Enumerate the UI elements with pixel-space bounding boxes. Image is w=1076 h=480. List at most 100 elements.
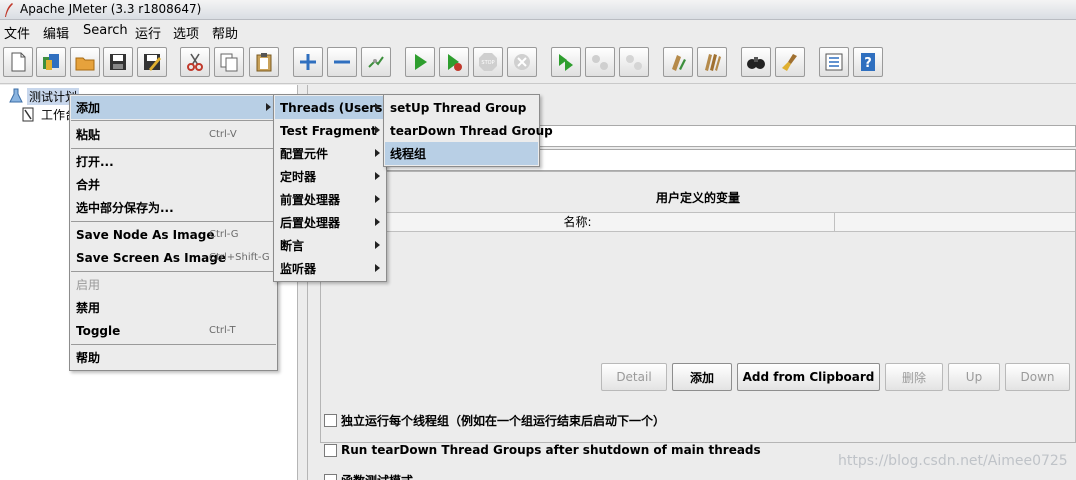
submenu-arrow-icon bbox=[375, 264, 380, 272]
paste-button[interactable] bbox=[249, 47, 279, 77]
submenu-arrow-icon bbox=[375, 195, 380, 203]
remote-stop-button[interactable] bbox=[585, 47, 615, 77]
watermark: https://blog.csdn.net/Aimee0725 bbox=[838, 453, 1068, 469]
menu-item-label: 帮助 bbox=[76, 351, 101, 365]
checkbox[interactable] bbox=[324, 474, 337, 480]
window-title: Apache JMeter (3.3 r1808647) bbox=[20, 2, 202, 16]
menu-item-label: 定时器 bbox=[280, 170, 317, 184]
clear-all-button[interactable] bbox=[697, 47, 727, 77]
toggle-button[interactable] bbox=[361, 47, 391, 77]
menu-item-help[interactable]: 帮助 bbox=[71, 346, 276, 369]
submenu-item-pre-processor[interactable]: 前置处理器 bbox=[275, 188, 385, 211]
cut-icon bbox=[187, 53, 203, 71]
menu-item-label: 后置处理器 bbox=[280, 216, 341, 230]
menu-item-open[interactable]: 打开... bbox=[71, 150, 276, 173]
menu-item-disable[interactable]: 禁用 bbox=[71, 296, 276, 319]
checkbox[interactable] bbox=[324, 414, 337, 427]
stop-button[interactable]: STOP bbox=[473, 47, 503, 77]
add-from-clipboard-button[interactable]: Add from Clipboard bbox=[737, 363, 880, 391]
menu-file[interactable]: 文件 bbox=[4, 23, 30, 42]
menu-edit[interactable]: 编辑 bbox=[43, 23, 69, 42]
menu-search[interactable]: Search bbox=[83, 23, 128, 38]
delete-button[interactable]: 删除 bbox=[885, 363, 943, 391]
collapse-button[interactable] bbox=[327, 47, 357, 77]
menu-item-label: 启用 bbox=[76, 278, 101, 292]
submenu-item-assertion[interactable]: 断言 bbox=[275, 234, 385, 257]
menu-item-add[interactable]: 添加 bbox=[71, 96, 276, 119]
submenu-item-config-element[interactable]: 配置元件 bbox=[275, 142, 385, 165]
menu-item-label: 前置处理器 bbox=[280, 193, 341, 207]
reset-search-button[interactable] bbox=[775, 47, 805, 77]
submenu-item-listener[interactable]: 监听器 bbox=[275, 257, 385, 280]
checkbox[interactable] bbox=[324, 443, 337, 457]
add-button[interactable]: 添加 bbox=[672, 363, 732, 391]
menu-run[interactable]: 运行 bbox=[135, 23, 161, 42]
user-defined-variables-panel: 用户定义的变量 名称: bbox=[320, 171, 1076, 443]
submenu-item-test-fragment[interactable]: Test Fragment bbox=[275, 119, 385, 142]
menu-item-label: 打开... bbox=[76, 155, 114, 169]
templates-button[interactable] bbox=[36, 47, 66, 77]
submenu-item-setup-thread-group[interactable]: setUp Thread Group bbox=[385, 96, 538, 119]
submenu-item-post-processor[interactable]: 后置处理器 bbox=[275, 211, 385, 234]
down-button[interactable]: Down bbox=[1005, 363, 1070, 391]
submenu-item-timer[interactable]: 定时器 bbox=[275, 165, 385, 188]
expand-button[interactable] bbox=[293, 47, 323, 77]
teardown-on-shutdown-option[interactable]: Run tearDown Thread Groups after shutdow… bbox=[324, 443, 761, 457]
detail-button[interactable]: Detail bbox=[601, 363, 667, 391]
jmeter-feather-icon bbox=[5, 3, 13, 17]
save-icon bbox=[110, 54, 126, 70]
column-name[interactable]: 名称: bbox=[321, 213, 835, 232]
submenu-item-thread-group[interactable]: 线程组 bbox=[385, 142, 538, 165]
menu-item-paste[interactable]: 粘贴 Ctrl-V bbox=[71, 123, 276, 146]
menu-item-save-selection[interactable]: 选中部分保存为... bbox=[71, 196, 276, 219]
help-icon: ? bbox=[861, 53, 875, 71]
menu-item-shortcut: Ctrl-V bbox=[209, 129, 237, 140]
menu-item-merge[interactable]: 合并 bbox=[71, 173, 276, 196]
save-button[interactable] bbox=[103, 47, 133, 77]
submenu-item-teardown-thread-group[interactable]: tearDown Thread Group bbox=[385, 119, 553, 142]
clear-button[interactable] bbox=[663, 47, 693, 77]
remote-start-icon bbox=[559, 54, 573, 71]
save-as-button[interactable] bbox=[137, 47, 167, 77]
submenu-arrow-icon bbox=[375, 241, 380, 249]
expand-icon bbox=[300, 54, 316, 70]
remote-start-button[interactable] bbox=[551, 47, 581, 77]
toolbar: STOP ? bbox=[0, 42, 1076, 84]
menu-item-label: 配置元件 bbox=[280, 147, 329, 161]
variables-title: 用户定义的变量 bbox=[655, 191, 740, 205]
collapse-icon bbox=[334, 60, 350, 64]
submenu-item-threads[interactable]: Threads (Users) bbox=[275, 96, 388, 119]
menu-separator bbox=[71, 221, 276, 222]
context-menu: 添加 粘贴 Ctrl-V 打开... 合并 选中部分保存为... Save No… bbox=[69, 94, 278, 371]
menu-item-save-screen-image[interactable]: Save Screen As Image Ctrl+Shift-G bbox=[71, 246, 276, 269]
stop-icon: STOP bbox=[479, 53, 497, 71]
menu-bar: 文件 编辑 Search 运行 选项 帮助 bbox=[0, 20, 1076, 42]
menu-item-enable[interactable]: 启用 bbox=[71, 273, 276, 296]
serialize-thread-groups-option[interactable]: 独立运行每个线程组（例如在一个组运行结束后启动下一个） bbox=[324, 412, 665, 429]
checkbox-label: Run tearDown Thread Groups after shutdow… bbox=[341, 443, 761, 457]
menu-item-label: Test Fragment bbox=[280, 123, 377, 138]
menu-options[interactable]: 选项 bbox=[173, 23, 199, 42]
menu-item-save-node-image[interactable]: Save Node As Image Ctrl-G bbox=[71, 223, 276, 246]
menu-item-toggle[interactable]: Toggle Ctrl-T bbox=[71, 319, 276, 342]
menu-help[interactable]: 帮助 bbox=[212, 23, 238, 42]
start-no-pause-button[interactable] bbox=[439, 47, 469, 77]
remote-shutdown-button[interactable] bbox=[619, 47, 649, 77]
up-button[interactable]: Up bbox=[948, 363, 1000, 391]
shutdown-button[interactable] bbox=[507, 47, 537, 77]
paste-icon bbox=[256, 53, 272, 72]
search-button[interactable] bbox=[741, 47, 771, 77]
checkbox-label: 函数测试模式 bbox=[341, 472, 413, 480]
cut-button[interactable] bbox=[180, 47, 210, 77]
menu-item-shortcut: Ctrl-T bbox=[209, 325, 236, 336]
start-button[interactable] bbox=[405, 47, 435, 77]
open-button[interactable] bbox=[70, 47, 100, 77]
templates-icon bbox=[43, 54, 59, 70]
help-button[interactable]: ? bbox=[853, 47, 883, 77]
functional-test-mode-option[interactable]: 函数测试模式 bbox=[324, 472, 413, 480]
function-helper-button[interactable] bbox=[819, 47, 849, 77]
add-submenu: Threads (Users) Test Fragment 配置元件 定时器 前… bbox=[273, 94, 388, 282]
new-button[interactable] bbox=[3, 47, 33, 77]
copy-button[interactable] bbox=[214, 47, 244, 77]
title-bar: Apache JMeter (3.3 r1808647) bbox=[0, 0, 1076, 20]
